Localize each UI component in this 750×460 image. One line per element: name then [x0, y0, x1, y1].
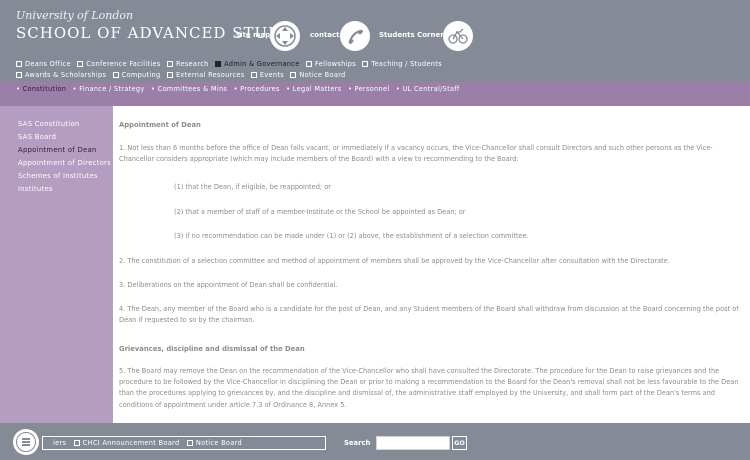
nav-events[interactable]: Events: [250, 71, 284, 79]
sidebar-item-sas-constitution[interactable]: SAS Constitution: [18, 120, 80, 128]
footer-link-notice-board[interactable]: Notice Board: [186, 439, 242, 447]
sidebar-item-schemes-of-institutes[interactable]: Schemes of Institutes: [18, 172, 98, 180]
paragraph-3: 3. Deliberations on the appointment of D…: [119, 281, 338, 289]
paragraph-4: 4. The Dean, any member of the Board who…: [119, 305, 739, 325]
nav-conference-facilities[interactable]: Conference Facilities: [77, 60, 160, 68]
main-nav-row-2: Awards & Scholarships Computing External…: [16, 71, 350, 79]
nav-notice-board[interactable]: Notice Board: [290, 71, 345, 79]
bicycle-icon[interactable]: [443, 21, 473, 51]
search-label: Search: [344, 439, 371, 447]
heading-appointment-of-dean: Appointment of Dean: [119, 121, 201, 129]
heading-grievances: Grievances, discipline and dismissal of …: [119, 345, 305, 353]
telephone-icon[interactable]: [340, 21, 370, 51]
nav-fellowships[interactable]: Fellowships: [306, 60, 356, 68]
site-map-icon[interactable]: [270, 21, 300, 51]
subnav-personnel[interactable]: • Personnel: [348, 85, 390, 93]
nav-awards-scholarships[interactable]: Awards & Scholarships: [16, 71, 106, 79]
site-footer: iers CHCI Announcement Board Notice Boar…: [0, 423, 750, 460]
sidebar-item-appointment-of-directors[interactable]: Appointment of Directors: [18, 159, 111, 167]
subnav-ul-central-staff[interactable]: • UL Central/Staff: [396, 85, 460, 93]
footer-links-ticker: iers CHCI Announcement Board Notice Boar…: [42, 436, 326, 450]
paragraph-1: 1. Not less than 6 months before the off…: [119, 144, 713, 164]
option-3: (3) if no recommendation can be made und…: [174, 232, 529, 240]
paragraph-2: 2. The constitution of a selection commi…: [119, 257, 670, 265]
sidebar-item-appointment-of-dean[interactable]: Appointment of Dean: [18, 146, 97, 154]
sidebar-item-sas-board[interactable]: SAS Board: [18, 133, 56, 141]
subnav-procedures[interactable]: • Procedures: [234, 85, 280, 93]
footer-link-chci-announcement-board[interactable]: CHCI Announcement Board: [73, 439, 180, 447]
sidebar-item-institutes[interactable]: Institutes: [18, 185, 53, 193]
nav-teaching-students[interactable]: Teaching / Students: [362, 60, 442, 68]
subnav-finance-strategy[interactable]: • Finance / Strategy: [73, 85, 145, 93]
site-header: University of London SCHOOL OF ADVANCED …: [0, 0, 750, 82]
site-map-link[interactable]: site map: [236, 31, 270, 39]
nav-deans-office[interactable]: Deans Office: [16, 60, 71, 68]
go-button[interactable]: GO: [452, 436, 467, 450]
students-corner-link[interactable]: Students Corner: [379, 31, 444, 39]
section-nav: • Constitution • Finance / Strategy • Co…: [0, 82, 750, 106]
main-content: Appointment of Dean 1. Not less than 6 m…: [119, 106, 747, 423]
search-input[interactable]: [376, 436, 450, 450]
subnav-legal-matters[interactable]: • Legal Matters: [286, 85, 341, 93]
contact-link[interactable]: contact: [310, 31, 340, 39]
subnav-constitution[interactable]: • Constitution: [16, 85, 66, 93]
option-2: (2) that a member of staff of a member-I…: [174, 208, 466, 216]
paragraph-5: 5. The Board may remove the Dean on the …: [119, 367, 739, 409]
menu-lines-icon[interactable]: [13, 429, 39, 455]
nav-admin-governance[interactable]: Admin & Governance: [215, 60, 300, 68]
sidebar: SAS Constitution SAS Board Appointment o…: [0, 106, 113, 423]
nav-external-resources[interactable]: External Resources: [166, 71, 245, 79]
option-1: (1) that the Dean, if eligible, be reapp…: [174, 183, 331, 191]
main-nav-row-1: Deans Office Conference Facilities Resea…: [16, 60, 446, 68]
footer-link-partial[interactable]: iers: [53, 439, 66, 447]
subnav-committees[interactable]: • Committees & Mins: [151, 85, 227, 93]
nav-research[interactable]: Research: [167, 60, 209, 68]
nav-computing[interactable]: Computing: [112, 71, 161, 79]
university-name: University of London: [16, 9, 134, 22]
